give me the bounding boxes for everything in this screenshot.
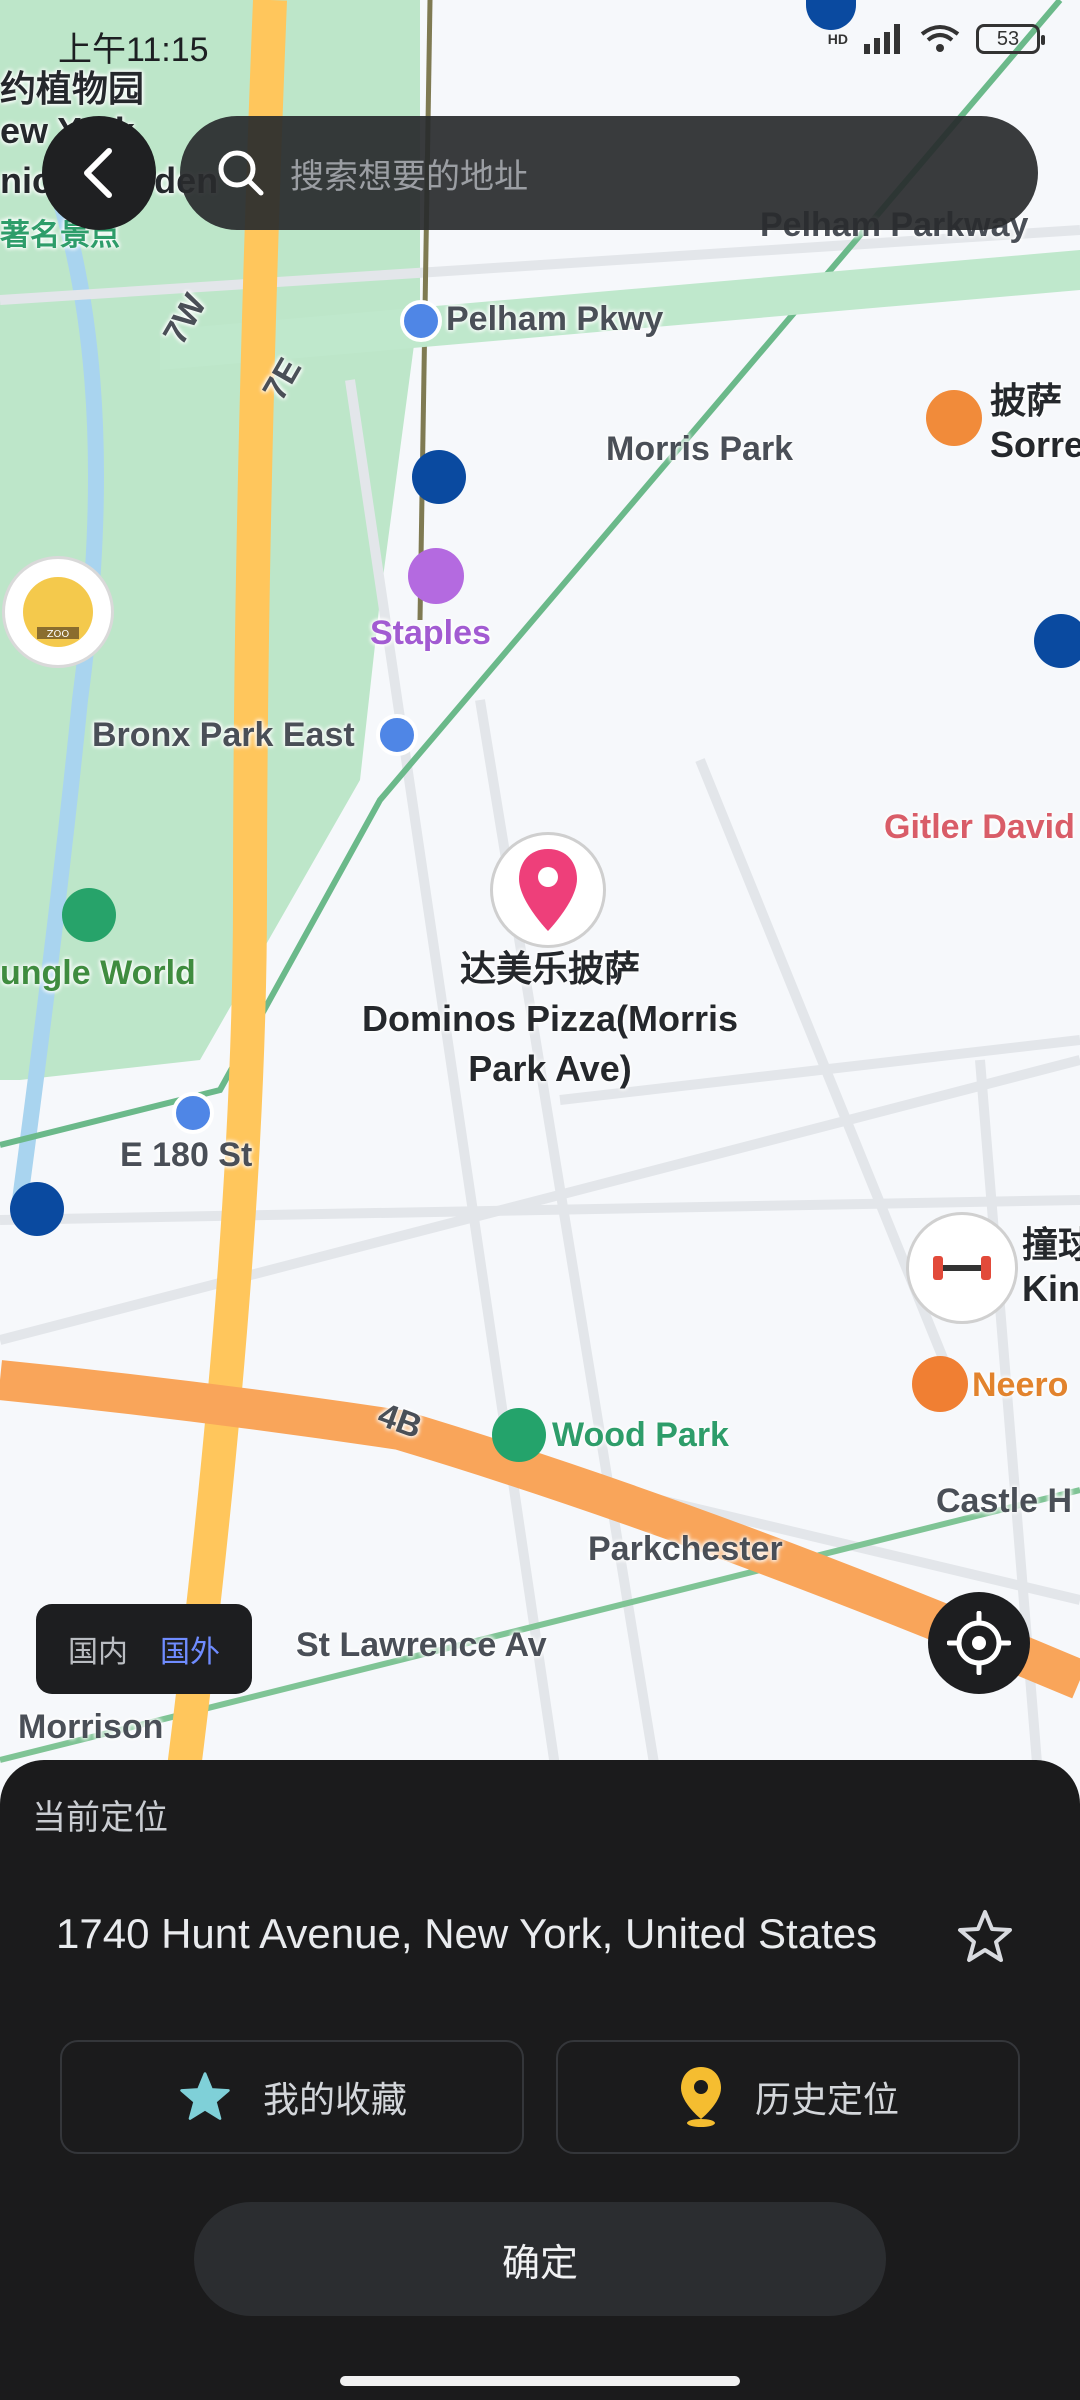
status-bar: 上午11:15 HD 53: [0, 0, 1080, 80]
map-label-pelham-pkwy: Pelham Pkwy: [446, 300, 664, 338]
map-view[interactable]: ZOO 约植物园 ew York nical Garden 著名景点 Pelha…: [0, 0, 1080, 1800]
map-label-neero: Neero: [972, 1366, 1069, 1404]
panda-icon[interactable]: [62, 888, 116, 942]
chevron-left-icon: [84, 148, 112, 198]
star-filled-icon: [180, 2072, 230, 2120]
svg-text:ZOO: ZOO: [47, 629, 70, 640]
zoo-icon[interactable]: ZOO: [2, 556, 114, 668]
confirm-button[interactable]: 确定: [194, 2202, 886, 2316]
history-location-label: 历史定位: [754, 2079, 899, 2120]
my-favorites-label: 我的收藏: [262, 2079, 407, 2120]
status-icons: HD 53: [827, 24, 1045, 54]
shopping-bag-icon[interactable]: [408, 548, 464, 604]
region-domestic-option[interactable]: 国内: [68, 1627, 128, 1671]
transit-icon-bronx[interactable]: [376, 714, 418, 756]
map-label-parkchester: Parkchester: [588, 1530, 783, 1568]
map-label-gym-en: Kin: [1022, 1268, 1080, 1309]
search-placeholder: 搜索想要的地址: [290, 157, 528, 196]
tree-icon[interactable]: [492, 1408, 546, 1462]
map-label-staples: Staples: [370, 614, 491, 652]
map-label-castle-hill: Castle H: [936, 1482, 1073, 1520]
map-label-e180-st: E 180 St: [120, 1136, 253, 1174]
transit-icon-e180[interactable]: [172, 1092, 214, 1134]
hd-badge: HD: [827, 31, 848, 47]
usps-icon-2[interactable]: [1034, 614, 1080, 668]
usps-icon-1[interactable]: [412, 450, 466, 504]
sheet-title: 当前定位: [32, 1799, 168, 1837]
location-pin-history-icon: [680, 2067, 721, 2127]
location-pin-icon: [519, 849, 577, 931]
map-label-jungle-world: ungle World: [0, 954, 196, 992]
map-label-st-lawrence: St Lawrence Av: [296, 1626, 547, 1664]
region-overseas-option[interactable]: 国外: [160, 1627, 220, 1671]
map-label-pizza-en: Sorre: [990, 424, 1080, 465]
signal-icon: [864, 24, 900, 54]
wifi-icon: [920, 25, 960, 52]
selected-poi-marker[interactable]: [490, 832, 606, 948]
map-label-morrison: Morrison: [18, 1708, 164, 1746]
current-address: 1740 Hunt Avenue, New York, United State…: [56, 1910, 878, 1957]
map-label-wood-park: Wood Park: [552, 1416, 729, 1454]
bottom-sheet: 当前定位 1740 Hunt Avenue, New York, United …: [0, 1760, 1080, 2400]
back-button[interactable]: [42, 116, 156, 230]
map-label-pizza-cn: 披萨: [990, 380, 1063, 421]
pizza-icon[interactable]: [926, 390, 982, 446]
crosshair-icon: [947, 1611, 1011, 1675]
region-toggle[interactable]: 国内 国外: [36, 1604, 252, 1694]
usps-icon-3[interactable]: [10, 1182, 64, 1236]
battery-icon: 53: [976, 24, 1045, 54]
map-label-morris-park: Morris Park: [606, 430, 794, 468]
map-label-gitler: Gitler David: [884, 808, 1075, 846]
search-icon: [218, 150, 264, 196]
star-outline-icon: [958, 1910, 1012, 1962]
map-label-selected-en2: Park Ave): [468, 1048, 632, 1089]
restaurant-icon[interactable]: [912, 1356, 968, 1412]
search-input[interactable]: 搜索想要的地址: [180, 116, 1038, 230]
history-location-button[interactable]: 历史定位: [556, 2040, 1020, 2154]
transit-icon-pelham[interactable]: [400, 300, 442, 342]
my-favorites-button[interactable]: 我的收藏: [60, 2040, 524, 2154]
map-label-selected-en1: Dominos Pizza(Morris: [361, 998, 739, 1039]
status-time: 上午11:15: [58, 31, 209, 69]
locate-button[interactable]: [928, 1592, 1030, 1694]
map-label-bronx-park-east: Bronx Park East: [92, 716, 355, 754]
favorite-button[interactable]: [950, 1902, 1020, 1972]
map-label-selected-cn: 达美乐披萨: [459, 948, 640, 989]
gym-icon[interactable]: [906, 1212, 1018, 1324]
home-indicator[interactable]: [340, 2376, 740, 2386]
map-label-gym-cn: 撞球: [1022, 1224, 1080, 1265]
